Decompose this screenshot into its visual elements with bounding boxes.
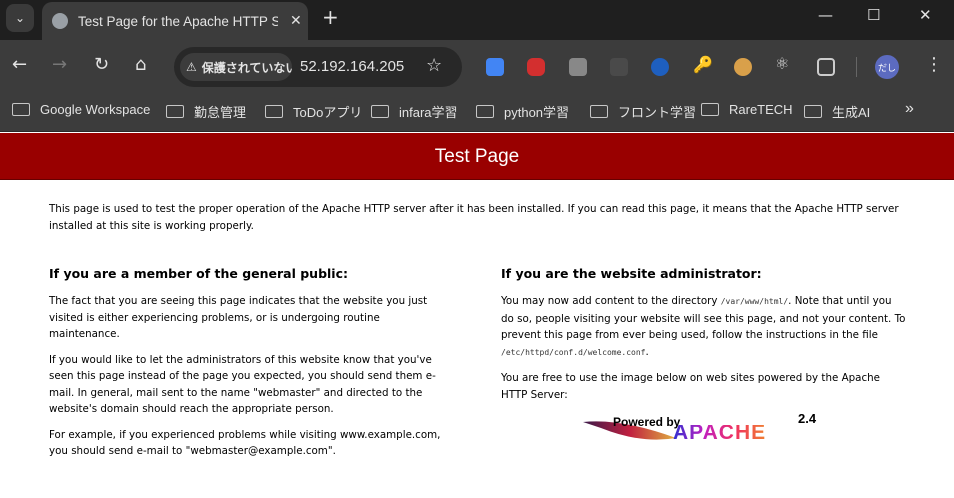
url-text[interactable]: 52.192.164.205 (300, 58, 404, 75)
version-text: 2.4 (798, 411, 817, 426)
bookmark-label: 勤怠管理 (194, 105, 247, 120)
home-icon[interactable]: ⌂ (135, 54, 146, 75)
bookmark-label: 生成AI (832, 105, 871, 120)
admin-paragraph: You are free to use the image below on w… (501, 372, 881, 401)
page-banner: Test Page (0, 133, 954, 180)
config-path: /etc/httpd/conf.d/welcome.conf (501, 347, 646, 357)
public-section: If you are a member of the general publi… (49, 265, 453, 469)
bookmark-folder[interactable]: infara学習 (371, 102, 458, 121)
bookmark-folder[interactable]: 生成AI (804, 102, 870, 121)
text: You may now add content to the directory (501, 295, 721, 307)
bookmark-label: infara学習 (399, 105, 458, 120)
back-icon[interactable]: ← (12, 54, 27, 75)
bookmark-folder[interactable]: Google Workspace (12, 102, 150, 117)
active-tab[interactable]: Test Page for the Apache HTTP Server ✕ (42, 2, 308, 40)
folder-icon (371, 105, 389, 118)
tab-search-button[interactable]: ⌄ (6, 4, 34, 32)
folder-icon (265, 105, 283, 118)
bookmark-folder[interactable]: ToDoアプリ (265, 102, 362, 121)
powered-by-apache-logo: Powered by 2.4 APACHE (581, 411, 826, 448)
cookie-icon[interactable] (734, 58, 752, 76)
maximize-button[interactable]: ☐ (867, 6, 880, 24)
bookmark-label: python学習 (504, 105, 570, 120)
bookmark-folder[interactable]: 勤怠管理 (166, 102, 246, 121)
powered-by-text: Powered by (613, 415, 681, 429)
directory-path: /var/www/html/ (720, 297, 789, 306)
forward-icon[interactable]: → (52, 54, 67, 75)
public-heading: If you are a member of the general publi… (49, 266, 349, 281)
minimize-button[interactable]: — (818, 6, 833, 24)
admin-heading: If you are the website administrator: (501, 266, 762, 281)
tab-strip: ⌄ Test Page for the Apache HTTP Server ✕… (0, 0, 954, 40)
admin-section: If you are the website administrator: Yo… (501, 265, 907, 412)
reload-icon[interactable]: ↻ (94, 54, 109, 75)
security-label: 保護されていない通信 (201, 60, 292, 75)
bookmark-label: ToDoアプリ (293, 105, 363, 120)
public-paragraph: For example, if you experienced problems… (49, 428, 441, 458)
bookmark-folder[interactable]: RareTECH (701, 102, 793, 117)
react-icon[interactable]: ⚛ (775, 54, 793, 73)
bookmark-folder[interactable]: フロント学習 (590, 102, 696, 121)
more-bookmarks-button[interactable]: » (905, 100, 914, 118)
web-globe-icon[interactable] (651, 58, 669, 76)
bookmark-star-icon[interactable]: ☆ (426, 55, 442, 76)
security-chip[interactable]: ⚠ 保護されていない通信 (180, 53, 292, 81)
folder-icon (804, 105, 822, 118)
key-icon[interactable]: 🔑 (693, 55, 713, 74)
warning-icon: ⚠ (186, 60, 197, 74)
globe-icon (52, 13, 68, 29)
menu-kebab-icon[interactable]: ⋮ (925, 54, 943, 75)
profile-avatar[interactable]: だし (875, 55, 899, 79)
folder-icon (12, 103, 30, 116)
toolbar: ← → ↻ ⌂ ⚠ 保護されていない通信 52.192.164.205 ☆ 🔑 ⚛… (0, 40, 954, 94)
admin-paragraph: You may now add content to the directory… (501, 293, 907, 361)
public-paragraph: The fact that you are seeing this page i… (49, 295, 428, 340)
new-tab-button[interactable]: + (322, 5, 339, 29)
address-bar[interactable]: ⚠ 保護されていない通信 52.192.164.205 ☆ (174, 47, 462, 87)
bookmarks-bar: Google Workspace 勤怠管理 ToDoアプリ infara学習 p… (0, 94, 954, 132)
tab-title: Test Page for the Apache HTTP Server (78, 13, 278, 29)
folder-icon (590, 105, 608, 118)
folder-icon (701, 103, 719, 116)
intro-text: This page is used to test the proper ope… (49, 203, 899, 232)
folder-icon (476, 105, 494, 118)
extensions-puzzle-icon[interactable] (817, 58, 835, 76)
bookmark-label: フロント学習 (618, 105, 697, 120)
google-translate-icon[interactable] (486, 58, 504, 76)
divider (856, 57, 857, 77)
line-icon[interactable] (569, 58, 587, 76)
selenium-icon[interactable] (610, 58, 628, 76)
text: . (645, 345, 649, 358)
bookmark-label: Google Workspace (40, 102, 151, 117)
close-window-button[interactable]: ✕ (919, 6, 932, 24)
youtube-fast-icon[interactable] (527, 58, 545, 76)
bookmark-folder[interactable]: python学習 (476, 102, 569, 121)
bookmark-label: RareTECH (729, 102, 793, 117)
apache-wordmark: APACHE (673, 421, 767, 444)
folder-icon (166, 105, 184, 118)
close-tab-icon[interactable]: ✕ (290, 13, 302, 29)
public-paragraph: If you would like to let the administrat… (49, 353, 436, 416)
